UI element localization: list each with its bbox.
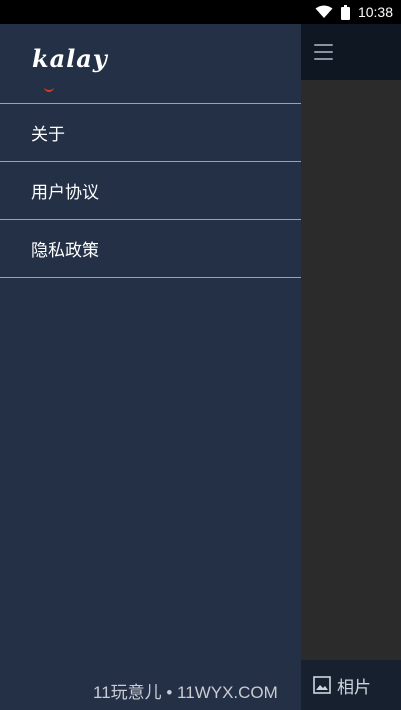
drawer-item-label: 隐私政策 xyxy=(31,241,99,261)
drawer-item-label: 关于 xyxy=(31,125,65,145)
status-bar: 10:38 xyxy=(0,0,401,24)
watermark-text: 11玩意儿 • 11WYX.COM xyxy=(93,683,278,702)
logo-accent-mark xyxy=(44,86,54,92)
drawer-header: kalay xyxy=(0,24,301,104)
status-time: 10:38 xyxy=(357,4,393,20)
battery-icon xyxy=(340,4,350,20)
drawer-item-user-agreement[interactable]: 用户协议 xyxy=(0,162,301,220)
wifi-icon xyxy=(315,5,333,19)
menu-icon[interactable] xyxy=(314,44,333,60)
drawer-item-privacy-policy[interactable]: 隐私政策 xyxy=(0,220,301,278)
navigation-drawer: kalay 关于 用户协议 隐私政策 xyxy=(0,24,301,710)
drawer-item-about[interactable]: 关于 xyxy=(0,104,301,162)
drawer-item-label: 用户协议 xyxy=(31,183,99,203)
kalay-logo: kalay xyxy=(32,44,108,73)
photos-tab-label[interactable]: 相片 xyxy=(337,673,371,698)
image-icon[interactable] xyxy=(313,676,331,694)
